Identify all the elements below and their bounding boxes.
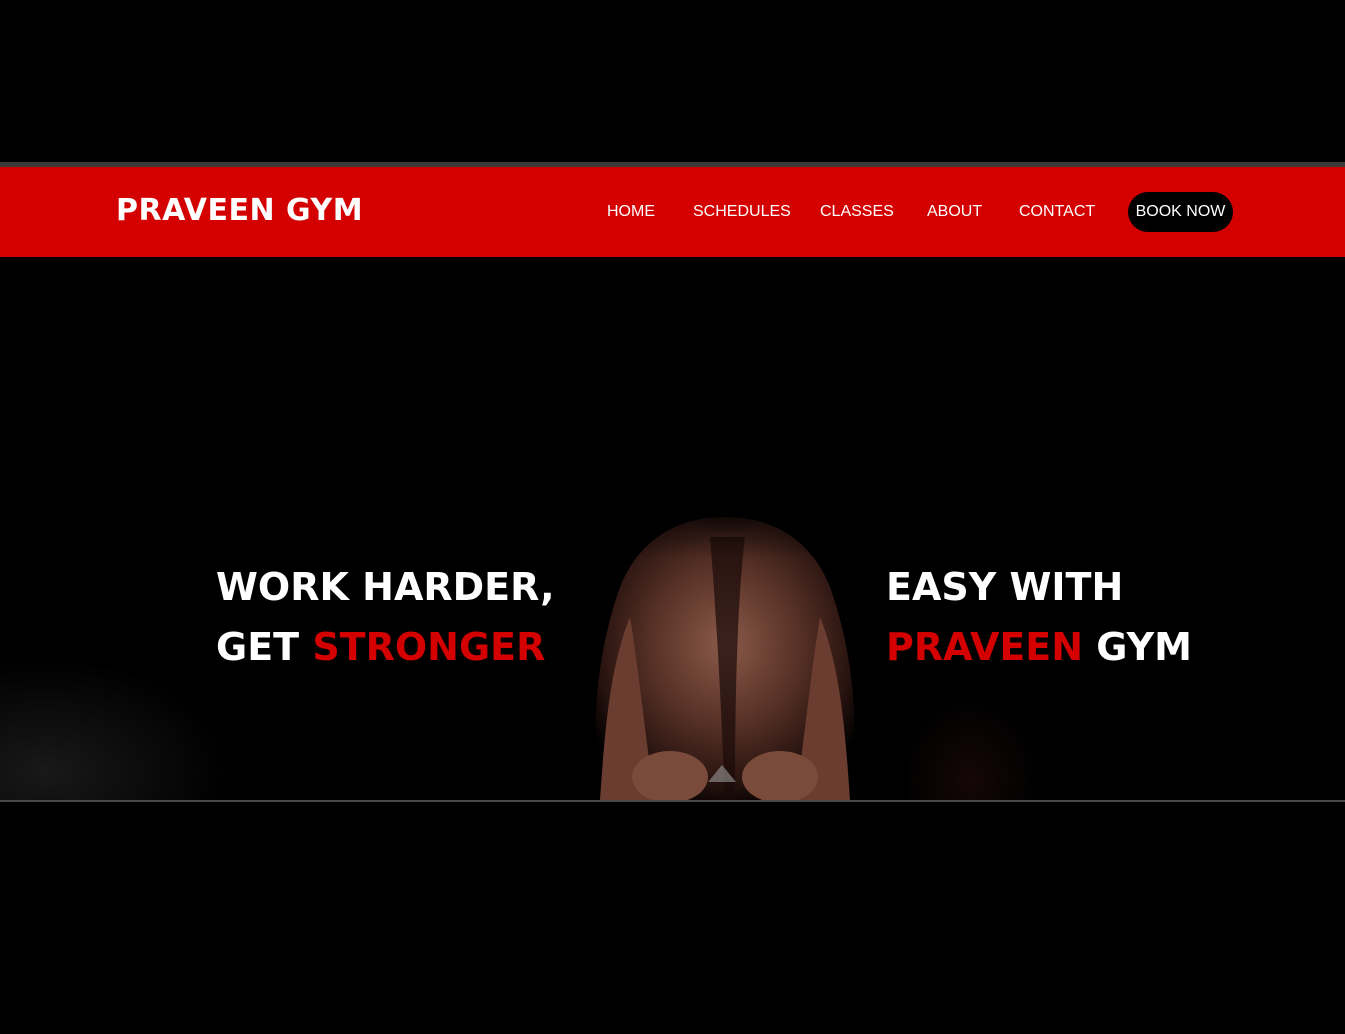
hero-bottom-divider (0, 800, 1345, 802)
nav-home[interactable]: HOME (607, 201, 655, 223)
hero-left-line2-highlight: STRONGER (312, 625, 546, 669)
nav-schedules[interactable]: SCHEDULES (693, 201, 791, 223)
hero-background-glow-right (900, 697, 1040, 800)
hero-right-line2-suffix: GYM (1083, 625, 1192, 669)
brand-logo[interactable]: PRAVEEN GYM (116, 191, 363, 231)
hero-left-line2-prefix: GET (216, 625, 313, 669)
navbar: PRAVEEN GYM HOME SCHEDULES CLASSES ABOUT… (0, 167, 1345, 257)
nav-classes[interactable]: CLASSES (820, 201, 894, 223)
page: PRAVEEN GYM HOME SCHEDULES CLASSES ABOUT… (0, 0, 1345, 1034)
athlete-photo (560, 477, 890, 800)
hero-headline-left: WORK HARDER, GET STRONGER (216, 557, 555, 677)
book-now-button[interactable]: BOOK NOW (1128, 192, 1233, 232)
hero-headline-right: EASY WITH PRAVEEN GYM (886, 557, 1192, 677)
hero-section: WORK HARDER, GET STRONGER EASY WITH PRAV… (0, 257, 1345, 800)
hero-background-glow (0, 657, 230, 800)
hero-left-line1: WORK HARDER, (216, 565, 555, 609)
hero-right-line2-highlight: PRAVEEN (886, 625, 1084, 669)
nav-about[interactable]: ABOUT (927, 201, 982, 223)
nav-contact[interactable]: CONTACT (1019, 201, 1095, 223)
hero-right-line1: EASY WITH (886, 565, 1124, 609)
